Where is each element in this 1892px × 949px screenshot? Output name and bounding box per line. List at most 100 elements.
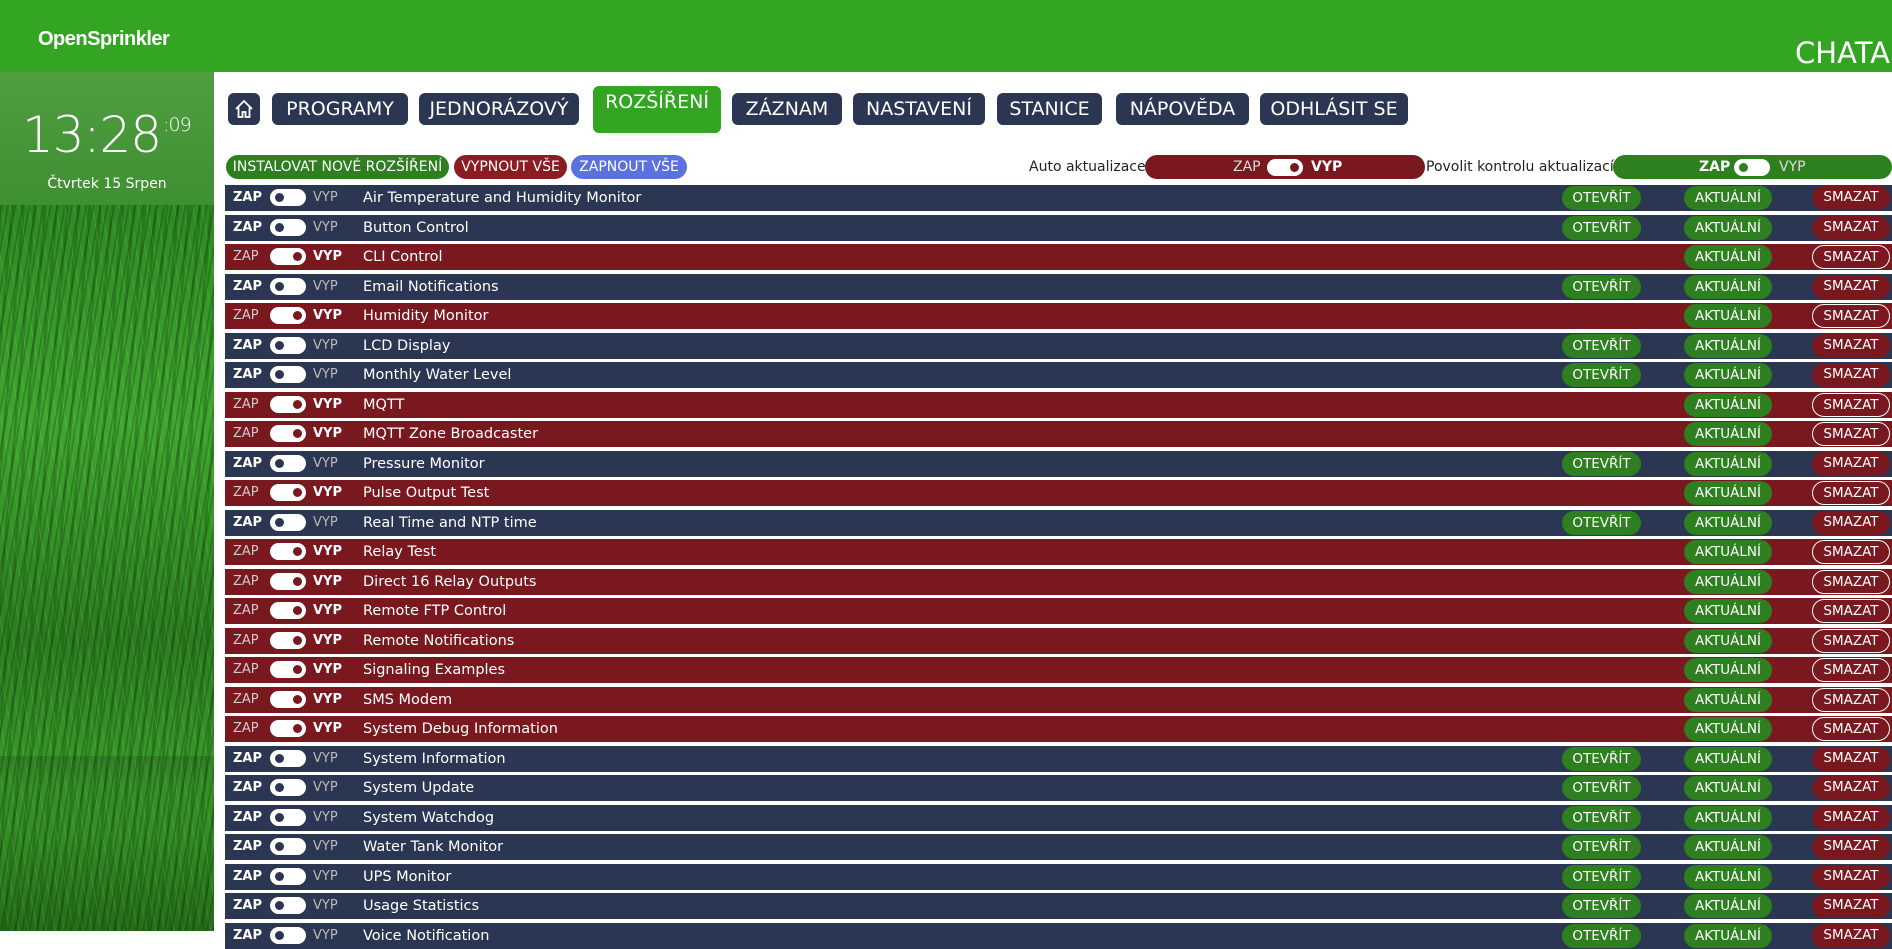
tab-programy[interactable]: PROGRAMY [272, 93, 408, 125]
open-extension-button[interactable]: OTEVŘÍT [1562, 511, 1641, 535]
extension-toggle-switch[interactable] [270, 189, 306, 206]
extension-toggle-switch[interactable] [270, 366, 306, 383]
extension-toggle-switch[interactable] [270, 897, 306, 914]
extension-toggle-switch[interactable] [270, 632, 306, 649]
update-status-button[interactable]: AKTUÁLNÍ [1684, 865, 1772, 889]
update-status-button[interactable]: AKTUÁLNÍ [1684, 334, 1772, 358]
update-status-button[interactable]: AKTUÁLNÍ [1684, 599, 1772, 623]
update-status-button[interactable]: AKTUÁLNÍ [1684, 570, 1772, 594]
extension-toggle-switch[interactable] [270, 514, 306, 531]
extension-toggle-switch[interactable] [270, 602, 306, 619]
auto-update-switch[interactable] [1267, 159, 1303, 176]
tab-záznam[interactable]: ZÁZNAM [732, 93, 842, 125]
open-extension-button[interactable]: OTEVŘÍT [1562, 924, 1641, 948]
update-status-button[interactable]: AKTUÁLNÍ [1684, 363, 1772, 387]
update-status-button[interactable]: AKTUÁLNÍ [1684, 540, 1772, 564]
update-status-button[interactable]: AKTUÁLNÍ [1684, 894, 1772, 918]
delete-extension-button[interactable]: SMAZAT [1812, 599, 1890, 623]
update-status-button[interactable]: AKTUÁLNÍ [1684, 186, 1772, 210]
extension-toggle-switch[interactable] [270, 248, 306, 265]
update-status-button[interactable]: AKTUÁLNÍ [1684, 511, 1772, 535]
home-button[interactable] [228, 93, 260, 125]
open-extension-button[interactable]: OTEVŘÍT [1562, 835, 1641, 859]
open-extension-button[interactable]: OTEVŘÍT [1562, 776, 1641, 800]
delete-extension-button[interactable]: SMAZAT [1812, 216, 1890, 240]
extension-toggle-switch[interactable] [270, 484, 306, 501]
delete-extension-button[interactable]: SMAZAT [1812, 688, 1890, 712]
extension-toggle-switch[interactable] [270, 543, 306, 560]
update-status-button[interactable]: AKTUÁLNÍ [1684, 806, 1772, 830]
update-status-button[interactable]: AKTUÁLNÍ [1684, 658, 1772, 682]
open-extension-button[interactable]: OTEVŘÍT [1562, 363, 1641, 387]
update-status-button[interactable]: AKTUÁLNÍ [1684, 835, 1772, 859]
install-extension-button[interactable]: INSTALOVAT NOVÉ ROZŠÍŘENÍ [226, 155, 449, 179]
delete-extension-button[interactable]: SMAZAT [1812, 747, 1890, 771]
update-status-button[interactable]: AKTUÁLNÍ [1684, 717, 1772, 741]
open-extension-button[interactable]: OTEVŘÍT [1562, 747, 1641, 771]
update-status-button[interactable]: AKTUÁLNÍ [1684, 393, 1772, 417]
extension-toggle-switch[interactable] [270, 720, 306, 737]
extension-toggle-switch[interactable] [270, 838, 306, 855]
extension-toggle-switch[interactable] [270, 396, 306, 413]
delete-extension-button[interactable]: SMAZAT [1812, 275, 1890, 299]
extension-toggle-switch[interactable] [270, 868, 306, 885]
delete-extension-button[interactable]: SMAZAT [1812, 481, 1890, 505]
open-extension-button[interactable]: OTEVŘÍT [1562, 865, 1641, 889]
disable-all-button[interactable]: VYPNOUT VŠE [454, 155, 567, 179]
delete-extension-button[interactable]: SMAZAT [1812, 511, 1890, 535]
delete-extension-button[interactable]: SMAZAT [1812, 452, 1890, 476]
update-status-button[interactable]: AKTUÁLNÍ [1684, 924, 1772, 948]
tab-stanice[interactable]: STANICE [997, 93, 1102, 125]
delete-extension-button[interactable]: SMAZAT [1812, 806, 1890, 830]
extension-toggle-switch[interactable] [270, 573, 306, 590]
tab-rozšíření[interactable]: ROZŠÍŘENÍ [593, 86, 721, 133]
tab-nápověda[interactable]: NÁPOVĚDA [1116, 93, 1249, 125]
open-extension-button[interactable]: OTEVŘÍT [1562, 186, 1641, 210]
update-status-button[interactable]: AKTUÁLNÍ [1684, 275, 1772, 299]
tab-jednorázový[interactable]: JEDNORÁZOVÝ [419, 93, 579, 125]
extension-toggle-switch[interactable] [270, 750, 306, 767]
extension-toggle-switch[interactable] [270, 927, 306, 944]
check-updates-toggle[interactable]: ZAP VYP [1613, 155, 1892, 179]
extension-toggle-switch[interactable] [270, 425, 306, 442]
extension-toggle-switch[interactable] [270, 661, 306, 678]
extension-toggle-switch[interactable] [270, 337, 306, 354]
tab-odhlásit se[interactable]: ODHLÁSIT SE [1260, 93, 1408, 125]
open-extension-button[interactable]: OTEVŘÍT [1562, 894, 1641, 918]
opensprinkler-logo[interactable]: OpenSprinkler [38, 28, 170, 51]
delete-extension-button[interactable]: SMAZAT [1812, 363, 1890, 387]
delete-extension-button[interactable]: SMAZAT [1812, 924, 1890, 948]
delete-extension-button[interactable]: SMAZAT [1812, 245, 1890, 269]
auto-update-toggle[interactable]: ZAP VYP [1145, 155, 1425, 179]
delete-extension-button[interactable]: SMAZAT [1812, 717, 1890, 741]
delete-extension-button[interactable]: SMAZAT [1812, 334, 1890, 358]
delete-extension-button[interactable]: SMAZAT [1812, 835, 1890, 859]
delete-extension-button[interactable]: SMAZAT [1812, 540, 1890, 564]
open-extension-button[interactable]: OTEVŘÍT [1562, 452, 1641, 476]
delete-extension-button[interactable]: SMAZAT [1812, 570, 1890, 594]
delete-extension-button[interactable]: SMAZAT [1812, 776, 1890, 800]
extension-toggle-switch[interactable] [270, 455, 306, 472]
extension-toggle-switch[interactable] [270, 691, 306, 708]
delete-extension-button[interactable]: SMAZAT [1812, 894, 1890, 918]
update-status-button[interactable]: AKTUÁLNÍ [1684, 481, 1772, 505]
delete-extension-button[interactable]: SMAZAT [1812, 865, 1890, 889]
update-status-button[interactable]: AKTUÁLNÍ [1684, 776, 1772, 800]
extension-toggle-switch[interactable] [270, 779, 306, 796]
update-status-button[interactable]: AKTUÁLNÍ [1684, 688, 1772, 712]
update-status-button[interactable]: AKTUÁLNÍ [1684, 452, 1772, 476]
delete-extension-button[interactable]: SMAZAT [1812, 186, 1890, 210]
delete-extension-button[interactable]: SMAZAT [1812, 304, 1890, 328]
delete-extension-button[interactable]: SMAZAT [1812, 393, 1890, 417]
extension-toggle-switch[interactable] [270, 307, 306, 324]
open-extension-button[interactable]: OTEVŘÍT [1562, 216, 1641, 240]
delete-extension-button[interactable]: SMAZAT [1812, 422, 1890, 446]
delete-extension-button[interactable]: SMAZAT [1812, 658, 1890, 682]
update-status-button[interactable]: AKTUÁLNÍ [1684, 747, 1772, 771]
update-status-button[interactable]: AKTUÁLNÍ [1684, 216, 1772, 240]
update-status-button[interactable]: AKTUÁLNÍ [1684, 245, 1772, 269]
check-updates-switch[interactable] [1734, 159, 1770, 176]
extension-toggle-switch[interactable] [270, 278, 306, 295]
tab-nastavení[interactable]: NASTAVENÍ [853, 93, 985, 125]
enable-all-button[interactable]: ZAPNOUT VŠE [571, 155, 687, 179]
